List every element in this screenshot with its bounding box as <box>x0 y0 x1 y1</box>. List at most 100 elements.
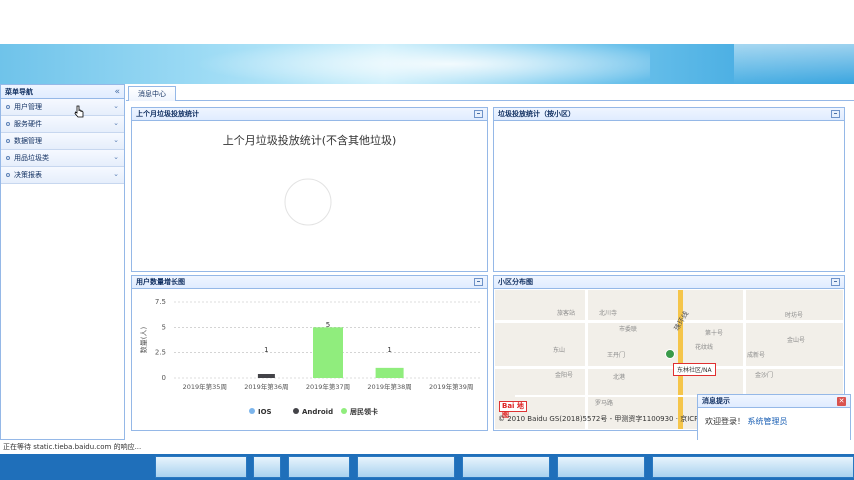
maximize-icon[interactable] <box>474 278 483 286</box>
map-label: 罗马路 <box>595 400 614 407</box>
welcome-text: 欢迎登录！ <box>705 417 745 426</box>
sidebar-item-label: 数据管理 <box>14 137 42 145</box>
y-tick-label: 2.5 <box>155 349 166 357</box>
header-banner <box>0 44 854 84</box>
baidu-map-logo: Bai 地图 <box>499 401 527 419</box>
double-chevron-left-icon[interactable]: « <box>114 87 120 97</box>
circle-bullet-icon <box>6 156 10 160</box>
x-tick-label: 2019年第36周 <box>244 382 288 391</box>
circle-bullet-icon <box>6 122 10 126</box>
legend-marker <box>341 408 347 414</box>
panel-title: 用户数量增长图 <box>136 278 185 286</box>
panel-community-garbage: 垃圾投放统计（按小区） <box>493 107 845 272</box>
legend-marker <box>249 408 255 414</box>
map-marker-label[interactable]: 东林社区/NA <box>673 363 716 376</box>
taskbar <box>0 454 854 480</box>
sidebar-item-data[interactable]: 数据管理 ⌄ <box>1 133 124 150</box>
mouse-cursor-icon <box>74 105 84 118</box>
sidebar-menu: 菜单导航 « 用户管理 ⌄ 服务硬件 ⌄ 数据管理 ⌄ 用品垃圾类 ⌄ 决策报表… <box>0 84 125 440</box>
data-label: 5 <box>326 321 330 329</box>
sidebar-item-user-management[interactable]: 用户管理 ⌄ <box>1 99 124 116</box>
chevron-down-icon[interactable]: ⌄ <box>113 153 119 161</box>
top-blank-strip <box>0 0 854 44</box>
taskbar-item[interactable] <box>288 456 350 478</box>
circle-bullet-icon <box>6 173 10 177</box>
bar-居民领卡 <box>313 327 343 378</box>
tab-bar: 消息中心 <box>126 84 854 101</box>
notification-body: 欢迎登录！ 系统管理员 <box>698 408 850 435</box>
taskbar-item[interactable] <box>652 456 854 478</box>
map-label: 市委联 <box>619 326 638 333</box>
map-label: 金阳号 <box>555 372 574 379</box>
legend-label: IOS <box>258 408 272 416</box>
legend-label: 居民领卡 <box>350 407 378 416</box>
panel-header: 小区分布图 <box>494 276 844 289</box>
data-label: 1 <box>264 346 268 354</box>
workspace: 上个月垃圾投放统计 上个月垃圾投放统计(不含其他垃圾) 垃圾投放统计（按小区） … <box>126 102 854 440</box>
map-label: 花纹线 <box>695 344 714 351</box>
sidebar-item-label: 服务硬件 <box>14 120 42 128</box>
chevron-down-icon[interactable]: ⌄ <box>113 119 119 127</box>
map-label: 东山 <box>553 347 566 354</box>
tab-message-center[interactable]: 消息中心 <box>128 86 176 101</box>
legend-label: Android <box>302 408 333 416</box>
panel-title: 垃圾投放统计（按小区） <box>498 110 575 118</box>
y-tick-label: 5 <box>162 323 166 331</box>
chevron-down-icon[interactable]: ⌄ <box>113 102 119 110</box>
sidebar-item-label: 用品垃圾类 <box>14 154 49 162</box>
map-label: 第十号 <box>705 330 724 337</box>
x-tick-label: 2019年第38周 <box>367 382 411 391</box>
maximize-icon[interactable] <box>831 278 840 286</box>
taskbar-item[interactable] <box>557 456 645 478</box>
panel-header: 用户数量增长图 <box>132 276 487 289</box>
maximize-icon[interactable] <box>831 110 840 118</box>
y-tick-label: 7.5 <box>155 298 166 306</box>
maximize-icon[interactable] <box>474 110 483 118</box>
map-label: 时坊号 <box>785 312 804 319</box>
circle-bullet-icon <box>6 105 10 109</box>
legend-marker <box>293 408 299 414</box>
map-label: 王丹门 <box>607 352 626 359</box>
panel-user-growth: 用户数量增长图 0 2.5 5 7.5 数量(人) 2019年第35周 2019年第36周 2… <box>131 275 488 431</box>
taskbar-item[interactable] <box>357 456 455 478</box>
sidebar-item-garbage-types[interactable]: 用品垃圾类 ⌄ <box>1 150 124 167</box>
bar-chart: 0 2.5 5 7.5 数量(人) 2019年第35周 2019年第36周 2019年第37周… <box>139 298 482 416</box>
taskbar-item[interactable] <box>155 456 247 478</box>
sidebar-item-hardware[interactable]: 服务硬件 ⌄ <box>1 116 124 133</box>
circle-bullet-icon <box>6 139 10 143</box>
chevron-down-icon[interactable]: ⌄ <box>113 170 119 178</box>
map-label: 北川寺 <box>599 310 618 317</box>
map-marker-icon[interactable] <box>665 349 675 359</box>
sidebar-header: 菜单导航 « <box>1 85 124 99</box>
data-label: 1 <box>387 346 391 354</box>
y-axis-label: 数量(人) <box>139 327 148 354</box>
sidebar-item-label: 用户管理 <box>14 103 42 111</box>
map-label: 成新号 <box>747 352 766 359</box>
map-label: 金沙门 <box>755 372 774 379</box>
close-icon[interactable]: ✕ <box>837 396 846 406</box>
map-copyright: © 2010 Baidu GS(2018)5572号 - 甲测资字1100930… <box>498 415 699 423</box>
pie-chart-empty-ring <box>284 178 332 226</box>
sidebar-item-reports[interactable]: 决策报表 ⌄ <box>1 167 124 184</box>
bar-android <box>257 374 275 378</box>
notification-header: 消息提示 ✕ <box>698 395 850 408</box>
notification-title: 消息提示 <box>702 397 730 405</box>
sidebar-title: 菜单导航 <box>5 87 33 96</box>
map-label: 北港 <box>613 374 626 381</box>
bar-居民领卡 <box>375 367 404 378</box>
panel-header: 上个月垃圾投放统计 <box>132 108 487 121</box>
panel-header: 垃圾投放统计（按小区） <box>494 108 844 121</box>
x-tick-label: 2019年第39周 <box>429 382 473 391</box>
panel-title: 小区分布图 <box>498 278 533 286</box>
panel-monthly-garbage: 上个月垃圾投放统计 上个月垃圾投放统计(不含其他垃圾) <box>131 107 488 272</box>
taskbar-item[interactable] <box>462 456 550 478</box>
y-tick-label: 0 <box>162 374 166 382</box>
browser-status-bar: 正在等待 static.tieba.baidu.com 的响应... <box>0 440 854 454</box>
role-link[interactable]: 系统管理员 <box>748 417 788 426</box>
chevron-down-icon[interactable]: ⌄ <box>113 136 119 144</box>
taskbar-item[interactable] <box>253 456 281 478</box>
x-tick-label: 2019年第37周 <box>306 382 350 391</box>
x-tick-label: 2019年第35周 <box>183 382 227 391</box>
pie-chart-title: 上个月垃圾投放统计(不含其他垃圾) <box>222 134 397 147</box>
map-label: 金山号 <box>787 337 806 344</box>
